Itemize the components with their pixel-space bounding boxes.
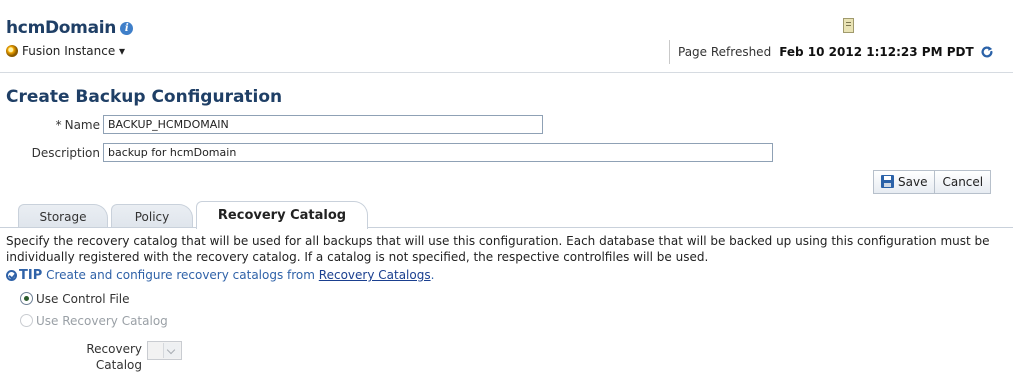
tab-panel-divider xyxy=(0,227,1013,228)
recovery-catalog-select[interactable] xyxy=(147,341,182,360)
action-buttons: Save Cancel xyxy=(873,170,992,194)
tip-end: . xyxy=(430,268,435,282)
domain-title-text: hcmDomain xyxy=(6,18,117,38)
description-label: Description xyxy=(31,146,100,160)
save-icon xyxy=(881,175,894,188)
tab-recovery-catalog[interactable]: Recovery Catalog xyxy=(196,201,368,229)
cancel-button[interactable]: Cancel xyxy=(935,170,992,194)
refresh-bar: Page Refreshed Feb 10 2012 1:12:23 PM PDT xyxy=(669,40,994,64)
tip-mark: TIP xyxy=(19,268,43,283)
recovery-catalogs-link[interactable]: Recovery Catalogs xyxy=(319,268,431,282)
tip: TIP Create and configure recovery catalo… xyxy=(6,268,434,283)
refresh-time: Feb 10 2012 1:12:23 PM PDT xyxy=(779,45,974,59)
tab-policy[interactable]: Policy xyxy=(111,204,193,228)
info-icon[interactable]: i xyxy=(120,22,134,35)
checkmark-icon xyxy=(6,270,17,281)
server-icon xyxy=(843,18,854,33)
recovery-catalog-label: Recovery Catalog xyxy=(86,342,142,372)
use-recovery-catalog-label: Use Recovery Catalog xyxy=(36,314,168,328)
use-control-file-label: Use Control File xyxy=(36,292,130,306)
tip-text: Create and configure recovery catalogs f… xyxy=(46,268,315,282)
required-marker: * xyxy=(55,118,62,132)
refresh-label: Page Refreshed xyxy=(678,45,772,59)
domain-title: hcmDomain i xyxy=(6,18,134,38)
option-use-recovery-catalog[interactable]: Use Recovery Catalog xyxy=(20,312,168,330)
page-header: hcmDomain i Fusion Instance ▾ Page Refres… xyxy=(0,0,1013,75)
tab-storage[interactable]: Storage xyxy=(18,204,108,228)
description-input[interactable] xyxy=(103,143,773,162)
header-divider xyxy=(0,72,1013,73)
fusion-instance-icon xyxy=(6,45,18,57)
save-button-label: Save xyxy=(898,175,928,189)
name-label-row: * Name xyxy=(0,115,100,135)
page-title: Create Backup Configuration xyxy=(6,87,283,107)
refresh-icon[interactable] xyxy=(980,45,994,59)
recovery-description: Specify the recovery catalog that will b… xyxy=(6,234,990,264)
instance-menu[interactable]: Fusion Instance ▾ xyxy=(6,44,125,58)
save-button[interactable]: Save xyxy=(873,170,936,194)
description-label-row: Description xyxy=(0,143,100,163)
use-recovery-catalog-radio[interactable] xyxy=(20,314,33,327)
instance-menu-label: Fusion Instance ▾ xyxy=(22,44,126,58)
name-input[interactable] xyxy=(103,115,543,134)
name-label: * Name xyxy=(56,115,100,135)
option-use-control-file[interactable]: Use Control File xyxy=(20,290,130,308)
chevron-down-icon xyxy=(163,343,180,358)
name-label-text: Name xyxy=(64,118,100,132)
use-control-file-radio[interactable] xyxy=(20,292,33,305)
